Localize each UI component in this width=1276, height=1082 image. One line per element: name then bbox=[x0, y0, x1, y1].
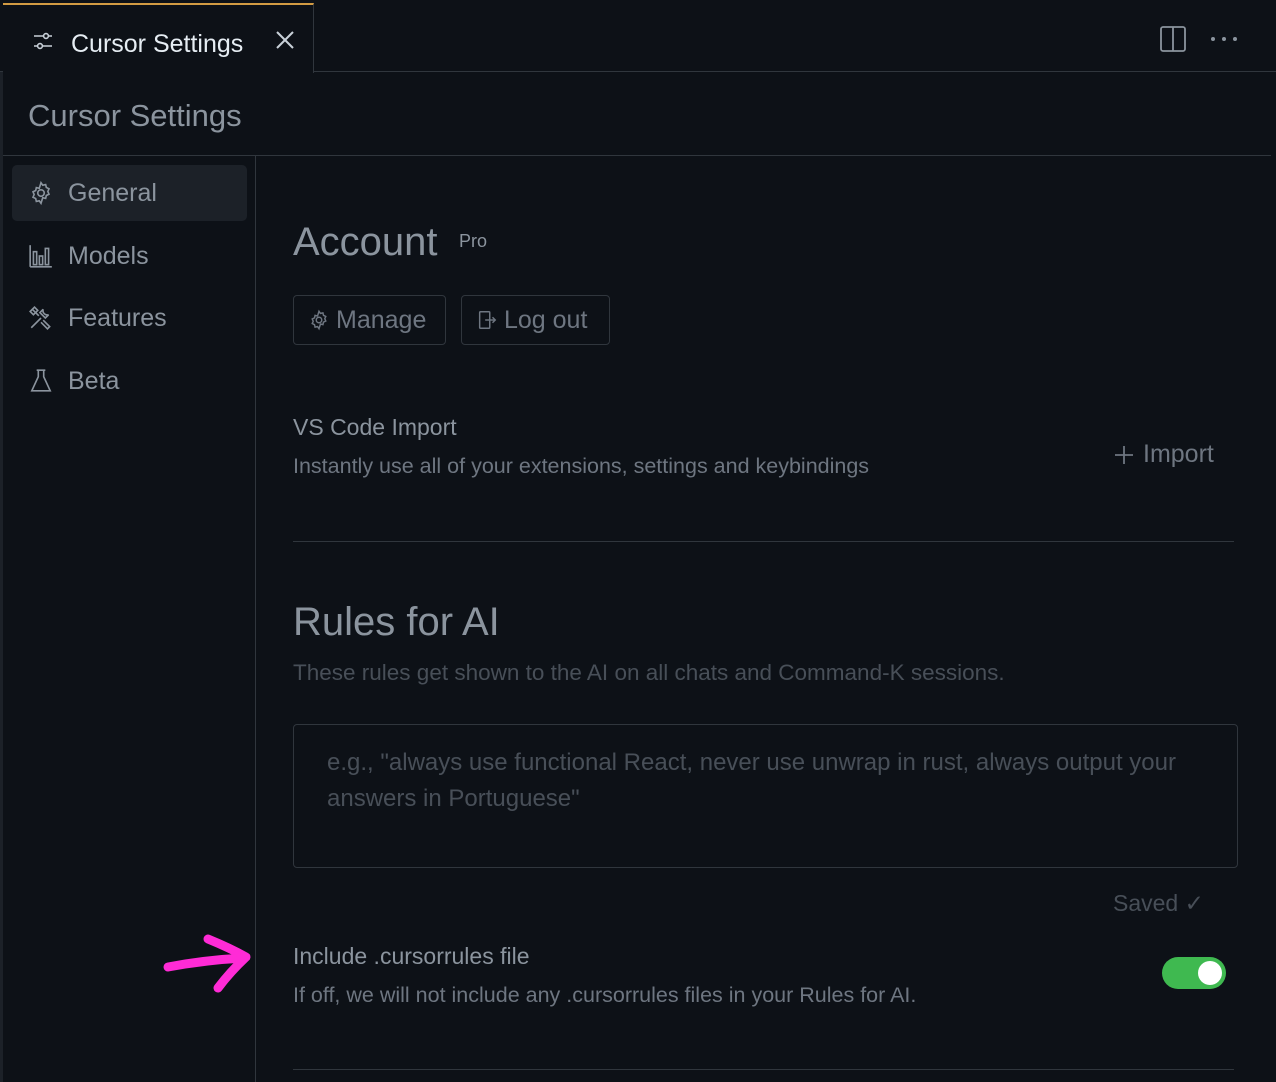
sidebar-item-general[interactable]: General bbox=[12, 165, 247, 221]
sidebar-item-label: Features bbox=[68, 303, 167, 332]
cursorrules-title: Include .cursorrules file bbox=[293, 943, 530, 969]
account-heading: Account bbox=[293, 220, 438, 264]
vscode-import-title: VS Code Import bbox=[293, 414, 457, 440]
gear-icon bbox=[28, 180, 54, 206]
section-divider bbox=[293, 1069, 1234, 1070]
tab-bar: Cursor Settings bbox=[0, 0, 1276, 73]
sidebar-item-features[interactable]: Features bbox=[12, 290, 247, 346]
plus-icon bbox=[1114, 445, 1134, 465]
gear-icon bbox=[308, 309, 330, 331]
logout-icon bbox=[476, 309, 498, 331]
split-editor-icon[interactable] bbox=[1159, 25, 1187, 53]
import-button-label: Import bbox=[1143, 440, 1214, 468]
rules-textarea[interactable] bbox=[294, 725, 1237, 867]
tab-cursor-settings[interactable]: Cursor Settings bbox=[3, 3, 314, 73]
page-title: Cursor Settings bbox=[28, 98, 242, 133]
manage-button[interactable]: Manage bbox=[293, 295, 446, 345]
cursorrules-toggle[interactable] bbox=[1162, 957, 1226, 989]
rules-textarea-container bbox=[293, 724, 1238, 868]
cursorrules-description: If off, we will not include any .cursorr… bbox=[293, 983, 917, 1007]
saved-status: Saved ✓ bbox=[1113, 890, 1204, 916]
flask-icon bbox=[28, 368, 54, 394]
close-icon[interactable] bbox=[275, 30, 295, 50]
sidebar-item-label: Models bbox=[68, 241, 149, 270]
settings-sliders-icon bbox=[32, 30, 54, 52]
plan-badge: Pro bbox=[459, 231, 488, 251]
annotation-arrow-icon bbox=[160, 930, 260, 1000]
more-actions-icon[interactable] bbox=[1210, 34, 1238, 44]
tools-icon bbox=[28, 305, 54, 331]
tab-title: Cursor Settings bbox=[71, 30, 244, 58]
sidebar-item-label: General bbox=[68, 178, 157, 207]
sidebar-item-label: Beta bbox=[68, 366, 120, 395]
sidebar-item-models[interactable]: Models bbox=[12, 228, 247, 284]
rules-description: These rules get shown to the AI on all c… bbox=[293, 660, 1005, 685]
logout-button-label: Log out bbox=[504, 305, 588, 334]
rules-heading: Rules for AI bbox=[293, 600, 500, 644]
logout-button[interactable]: Log out bbox=[461, 295, 610, 345]
window-frame-left bbox=[0, 0, 3, 1082]
bar-chart-icon bbox=[28, 243, 54, 269]
vscode-import-description: Instantly use all of your extensions, se… bbox=[293, 454, 870, 478]
header-divider bbox=[3, 155, 1271, 156]
import-button[interactable]: Import bbox=[1114, 440, 1214, 469]
sidebar-item-beta[interactable]: Beta bbox=[12, 353, 247, 409]
section-divider bbox=[293, 541, 1234, 542]
manage-button-label: Manage bbox=[336, 305, 427, 334]
toggle-knob bbox=[1198, 961, 1222, 985]
